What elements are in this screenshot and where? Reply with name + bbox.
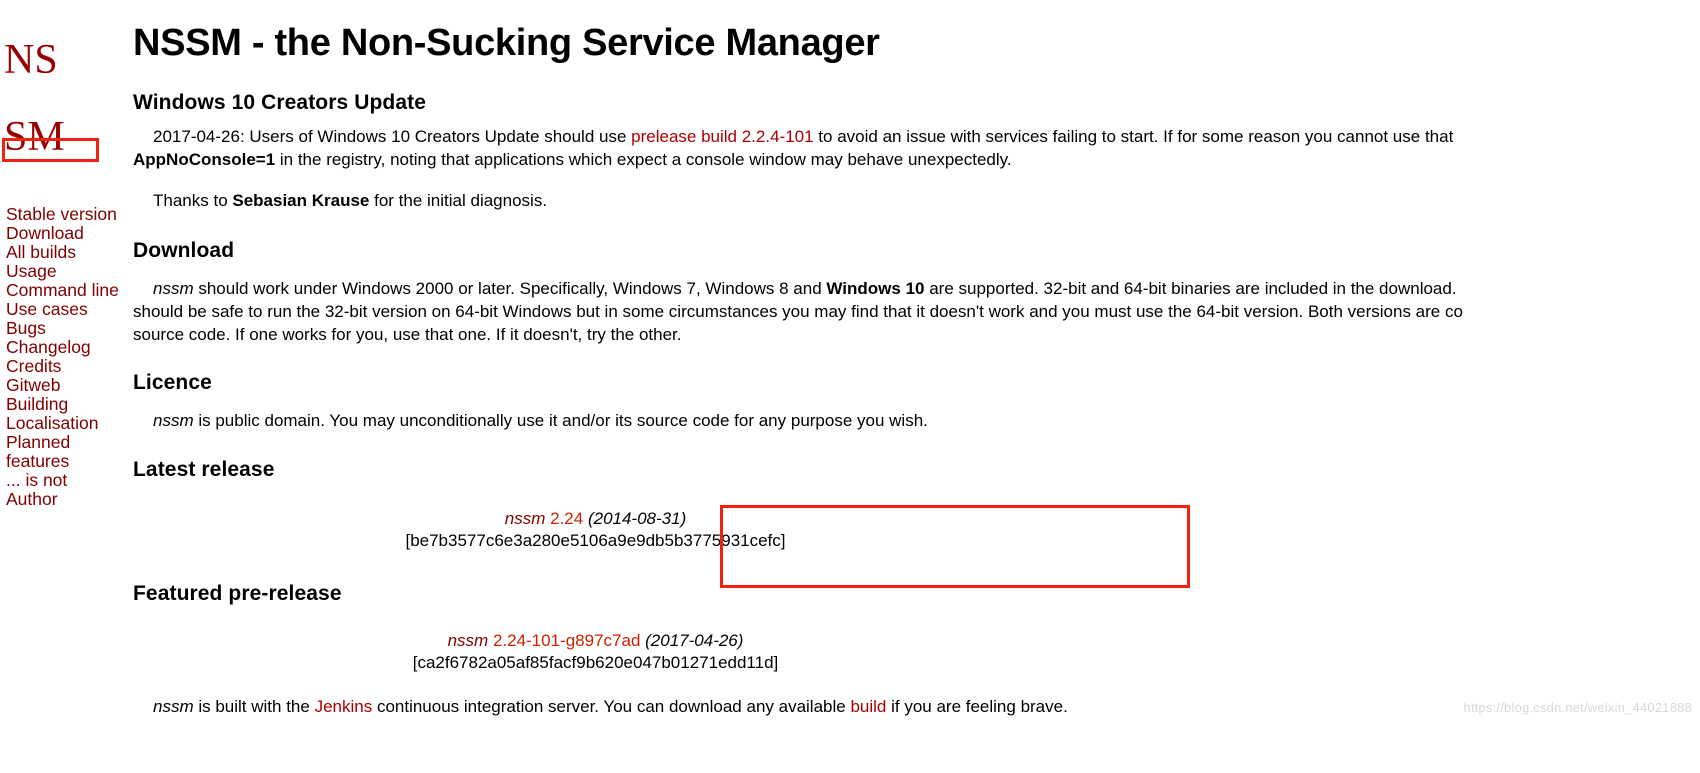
latest-release-hash: [be7b3577c6e3a280e5106a9e9db5b3775931cef… [405, 531, 786, 551]
sidebar-item-localisation[interactable]: Localisation [6, 413, 121, 433]
cu-text-a: 2017-04-26: Users of Windows 10 Creators… [153, 127, 632, 146]
nssm-italic-3: nssm [153, 697, 194, 717]
latest-release-name: nssm [504, 509, 546, 529]
prerelease-hash: [ca2f6782a05af85facf9b620e047b01271edd11… [412, 652, 779, 672]
heading-licence: Licence [133, 371, 212, 395]
nssm-italic-2: nssm [153, 411, 194, 431]
jenkins-text-c: if you are feeling brave. [886, 697, 1068, 717]
latest-release-date: (2014-08-31) [587, 509, 687, 529]
nssm-italic-1: nssm [153, 278, 194, 298]
sidebar-nav: Stable version Download All builds Usage… [0, 205, 125, 509]
sidebar-link-changelog[interactable]: Changelog [6, 337, 91, 357]
latest-release-version-link[interactable]: 2.24 [550, 509, 583, 528]
featured-prerelease-block: nssm 2.24-101-g897c7ad (2017-04-26) [ca2… [133, 630, 1058, 674]
sidebar-item-download[interactable]: Download [6, 224, 121, 243]
thanks-text-a: Thanks to [153, 190, 233, 210]
cu-text-b: to avoid an issue with services failing … [813, 127, 1454, 146]
sidebar-link-gitweb[interactable]: Gitweb [6, 375, 60, 395]
paragraph-download-line2: should be safe to run the 32-bit version… [133, 301, 1463, 321]
logo-line-1: NS [4, 36, 58, 83]
paragraph-creators-update-line1: 2017-04-26: Users of Windows 10 Creators… [133, 127, 1700, 148]
sidebar-item-building[interactable]: Building [6, 394, 121, 414]
windows-10-bold: Windows 10 [826, 278, 925, 298]
sidebar-item-command-line[interactable]: Command line [6, 281, 121, 300]
heading-creators-update: Windows 10 Creators Update [133, 91, 426, 114]
sidebar-link-command-line[interactable]: Command line [6, 280, 119, 300]
dl-text-a: should work under Windows 2000 or later.… [193, 278, 827, 298]
sidebar-link-is-not[interactable]: ... is not [6, 470, 67, 490]
jenkins-text-b: continuous integration server. You can d… [372, 697, 851, 717]
jenkins-text-a: is built with the [193, 697, 315, 717]
sidebar-item-bugs[interactable]: Bugs [6, 319, 121, 338]
appnoconsole-code: AppNoConsole=1 [133, 149, 276, 169]
paragraph-download-line1: nssm should work under Windows 2000 or l… [133, 279, 1700, 300]
sidebar-link-all-builds[interactable]: All builds [6, 242, 76, 262]
thanks-person-name: Sebasian Krause [232, 190, 370, 210]
sidebar-link-planned-features[interactable]: Planned features [6, 432, 70, 471]
sidebar-link-download[interactable]: Download [6, 223, 84, 243]
sidebar-item-author[interactable]: Author [6, 489, 121, 509]
sidebar-item-use-cases[interactable]: Use cases [6, 300, 121, 319]
paragraph-download-line3: source code. If one works for you, use t… [133, 324, 682, 344]
paragraph-thanks: Thanks to Sebasian Krause for the initia… [133, 191, 1700, 212]
sidebar-item-stable-version[interactable]: Stable version [6, 205, 121, 224]
build-link[interactable]: build [850, 697, 886, 716]
sidebar: NS SM Stable version Download All builds… [0, 0, 125, 773]
sidebar-item-gitweb[interactable]: Gitweb [6, 375, 121, 395]
jenkins-link[interactable]: Jenkins [315, 697, 373, 716]
sidebar-item-usage[interactable]: Usage [6, 262, 121, 281]
prerelease-version-link[interactable]: 2.24-101-g897c7ad [493, 631, 640, 650]
sidebar-item-changelog[interactable]: Changelog [6, 338, 121, 357]
sidebar-link-usage[interactable]: Usage [6, 261, 57, 281]
heading-featured-prerelease: Featured pre-release [133, 581, 342, 605]
sidebar-link-stable-version[interactable]: Stable version [6, 204, 117, 224]
sidebar-link-localisation[interactable]: Localisation [6, 413, 98, 433]
prerelease-name: nssm [447, 630, 489, 650]
heading-latest-release: Latest release [133, 458, 275, 482]
sidebar-item-planned-features[interactable]: Planned features [6, 432, 121, 471]
paragraph-creators-update-line2: AppNoConsole=1 in the registry, noting t… [133, 150, 1700, 171]
page-title: NSSM - the Non-Sucking Service Manager [133, 22, 880, 64]
nssm-logo: NS SM [0, 0, 125, 195]
dl-text-b: are supported. 32-bit and 64-bit binarie… [924, 278, 1457, 298]
sidebar-link-credits[interactable]: Credits [6, 356, 61, 376]
heading-download: Download [133, 238, 235, 262]
sidebar-item-credits[interactable]: Credits [6, 357, 121, 376]
sidebar-item-is-not[interactable]: ... is not [6, 470, 121, 490]
sidebar-item-all-builds[interactable]: All builds [6, 243, 121, 262]
sidebar-link-use-cases[interactable]: Use cases [6, 299, 88, 319]
blog-watermark: https://blog.csdn.net/weixin_44021888 [1463, 700, 1692, 715]
prerelease-date: (2017-04-26) [645, 630, 744, 650]
main-content: NSSM - the Non-Sucking Service Manager W… [133, 0, 1700, 773]
prerelease-build-link[interactable]: prelease build 2.2.4-101 [631, 127, 813, 146]
sidebar-link-author[interactable]: Author [6, 489, 58, 509]
latest-release-block: nssm 2.24 (2014-08-31) [be7b3577c6e3a280… [133, 508, 1058, 552]
thanks-text-b: for the initial diagnosis. [369, 190, 548, 210]
licence-text: is public domain. You may unconditionall… [193, 411, 928, 431]
paragraph-licence: nssm is public domain. You may unconditi… [133, 411, 1700, 432]
cu-text-d: in the registry, noting that application… [275, 149, 1012, 169]
logo-line-2: SM [4, 113, 65, 160]
sidebar-link-building[interactable]: Building [6, 394, 68, 414]
page-root: NS SM Stable version Download All builds… [0, 0, 1700, 773]
sidebar-link-bugs[interactable]: Bugs [6, 318, 46, 338]
